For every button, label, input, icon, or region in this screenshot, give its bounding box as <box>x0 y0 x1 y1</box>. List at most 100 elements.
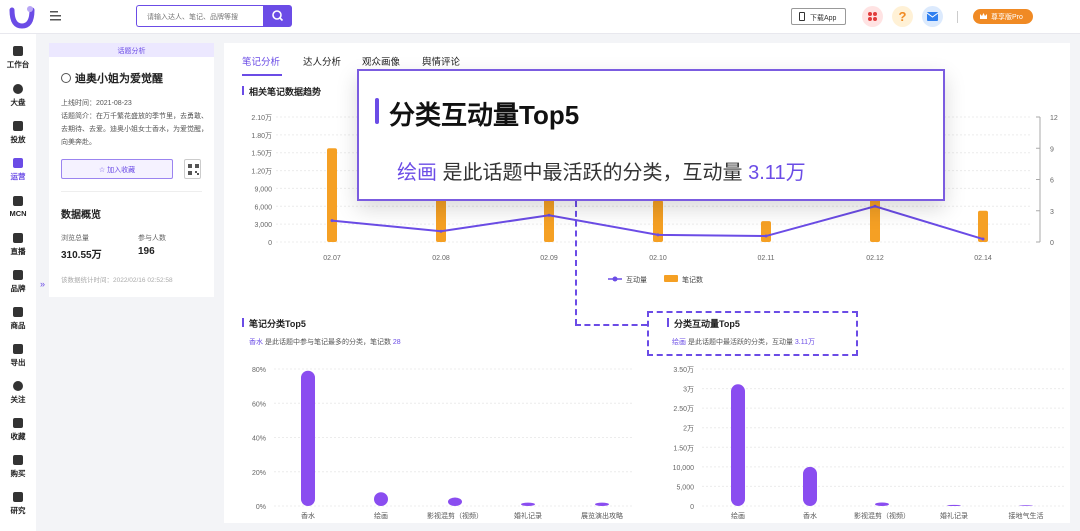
x-tick-label: 婚礼记录 <box>940 511 968 520</box>
x-tick-label: 影视混剪（视频） <box>427 511 483 520</box>
y-left-tick-label: 0 <box>268 240 272 247</box>
sidebar-item-launch[interactable]: 投放 <box>0 121 36 151</box>
add-favorite-button[interactable]: ☆ 加入收藏 <box>61 159 173 179</box>
y-tick-label: 1.50万 <box>673 444 694 452</box>
tab-audience-profile[interactable]: 观众画像 <box>362 54 400 68</box>
sidebar-item-purchase[interactable]: 购买 <box>0 455 36 485</box>
category-subtitle: 香水 是此话题中参与笔记最多的分类，笔记数 28 <box>249 337 401 347</box>
sidebar-item-operation[interactable]: 运营 <box>0 158 36 188</box>
point-interaction <box>764 234 768 238</box>
y-tick-label: 0% <box>256 504 266 511</box>
bar-category <box>595 502 609 507</box>
topic-title-text: 迪奥小姐为爱觉醒 <box>75 73 163 85</box>
sidebar-item-label: 品牌 <box>10 284 26 293</box>
search-button[interactable] <box>263 5 292 27</box>
download-app-label: 下载App <box>810 15 837 22</box>
x-tick-label: 02.09 <box>540 255 558 262</box>
y-tick-label: 3万 <box>683 386 694 394</box>
search-input[interactable]: 请输入达人、笔记、品牌等搜 <box>136 5 264 27</box>
logo-icon[interactable] <box>8 4 36 30</box>
category-title: 笔记分类Top5 <box>242 317 306 330</box>
y-tick-label: 2万 <box>683 425 694 433</box>
crown-icon <box>980 13 987 19</box>
online-time: 上线时间：2021-08-23 <box>61 100 132 107</box>
tab-note-analysis[interactable]: 笔记分析 <box>242 54 280 68</box>
hashtag-icon <box>61 73 71 83</box>
y-tick-label: 0 <box>690 504 694 511</box>
sidebar-item-brand[interactable]: 品牌 <box>0 270 36 300</box>
y-left-tick-label: 6,000 <box>254 204 272 211</box>
bar-category <box>448 497 462 507</box>
apps-icon[interactable] <box>862 6 883 27</box>
sidebar-item-label: 关注 <box>10 395 26 404</box>
point-interaction <box>330 219 334 223</box>
topic-description: 话题简介：在万千繁花盛放的季节里，去勇敢、去期待、去爱。迪奥小姐女士香水，为爱觉… <box>61 113 208 146</box>
bar-category <box>374 492 388 507</box>
sidebar-item-market[interactable]: 大盘 <box>0 84 36 114</box>
bar-interaction <box>875 502 889 507</box>
y-tick-label: 5,000 <box>676 484 694 491</box>
eye-icon <box>13 381 23 391</box>
cart-icon <box>13 455 23 465</box>
interaction-chart: 0 5,000 10,000 1.50万 2万 2.50万 3万 3.50万绘画 香水 影视混剪（… <box>673 366 1064 520</box>
svg-text:?: ? <box>899 9 907 24</box>
topic-title: 迪奥小姐为爱觉醒 <box>61 70 163 86</box>
y-tick-label: 80% <box>252 367 266 374</box>
x-tick-label: 02.07 <box>323 255 341 262</box>
tab-sentiment[interactable]: 舆情评论 <box>422 54 460 68</box>
sidebar-item-favorites[interactable]: 收藏 <box>0 418 36 448</box>
x-tick-label: 02.11 <box>758 255 775 262</box>
legend-line-marker <box>612 276 618 282</box>
bar-interaction <box>803 466 817 507</box>
pro-label: 尊享版Pro <box>991 14 1023 21</box>
x-tick-label: 影视混剪（视频） <box>854 511 910 520</box>
sidebar-item-export[interactable]: 导出 <box>0 344 36 374</box>
point-interaction <box>873 204 877 208</box>
pro-badge-button[interactable]: 尊享版Pro <box>973 9 1033 24</box>
star-icon <box>13 418 23 428</box>
top-bar: 请输入达人、笔记、品牌等搜 下载App ? 尊享版Pro <box>0 0 1080 34</box>
download-app-button[interactable]: 下载App <box>791 8 846 25</box>
help-icon[interactable]: ? <box>892 6 913 27</box>
sidebar-item-label: 直播 <box>10 247 26 256</box>
tag-icon <box>13 270 23 280</box>
views-value: 310.55万 <box>61 250 102 261</box>
x-tick-label: 婚礼记录 <box>514 511 542 520</box>
sidebar-item-mcn[interactable]: MCN <box>0 196 36 226</box>
category-sub-text: 是此话题中参与笔记最多的分类，笔记数 <box>263 339 393 346</box>
category-highlight: 香水 <box>249 339 263 346</box>
search-icon <box>272 10 284 22</box>
x-tick-label: 接地气生活 <box>1009 511 1044 520</box>
menu-toggle-icon[interactable] <box>50 10 62 22</box>
point-interaction <box>547 213 551 217</box>
bar-interaction <box>1019 505 1033 507</box>
qrcode-button[interactable] <box>184 159 201 179</box>
expand-sidebar-icon[interactable]: » <box>40 279 45 289</box>
mail-icon[interactable] <box>922 6 943 27</box>
trend-title: 相关笔记数据趋势 <box>242 85 321 98</box>
sidebar-item-workbench[interactable]: 工作台 <box>0 46 36 76</box>
sidebar-item-research[interactable]: 研究 <box>0 492 36 522</box>
participants-label: 参与人数 <box>138 235 166 242</box>
building-icon <box>13 196 23 206</box>
bar-note-count <box>761 221 771 242</box>
sidebar-item-goods[interactable]: 商品 <box>0 307 36 337</box>
point-interaction <box>439 229 443 233</box>
y-right-tick-label: 12 <box>1050 115 1058 122</box>
sidebar-item-follow[interactable]: 关注 <box>0 381 36 411</box>
bar-interaction <box>731 384 745 507</box>
add-favorite-label: 加入收藏 <box>107 167 136 174</box>
grid-icon <box>13 46 23 56</box>
sidebar-item-live[interactable]: 直播 <box>0 233 36 263</box>
tab-influencer-analysis[interactable]: 达人分析 <box>303 54 341 68</box>
y-tick-label: 60% <box>252 401 266 408</box>
sidebar-item-label: 研究 <box>10 506 26 515</box>
x-tick-label: 02.14 <box>974 255 992 262</box>
callout-subtitle: 绘画 是此话题中最活跃的分类，互动量 3.11万 <box>397 156 806 185</box>
views-label: 浏览总量 <box>61 235 89 242</box>
x-tick-label: 绘画 <box>374 511 388 520</box>
x-tick-label: 香水 <box>301 511 315 520</box>
legend-bar-swatch <box>664 275 678 282</box>
bar-note-count <box>327 148 337 242</box>
legend-label: 互动量 <box>626 275 647 284</box>
